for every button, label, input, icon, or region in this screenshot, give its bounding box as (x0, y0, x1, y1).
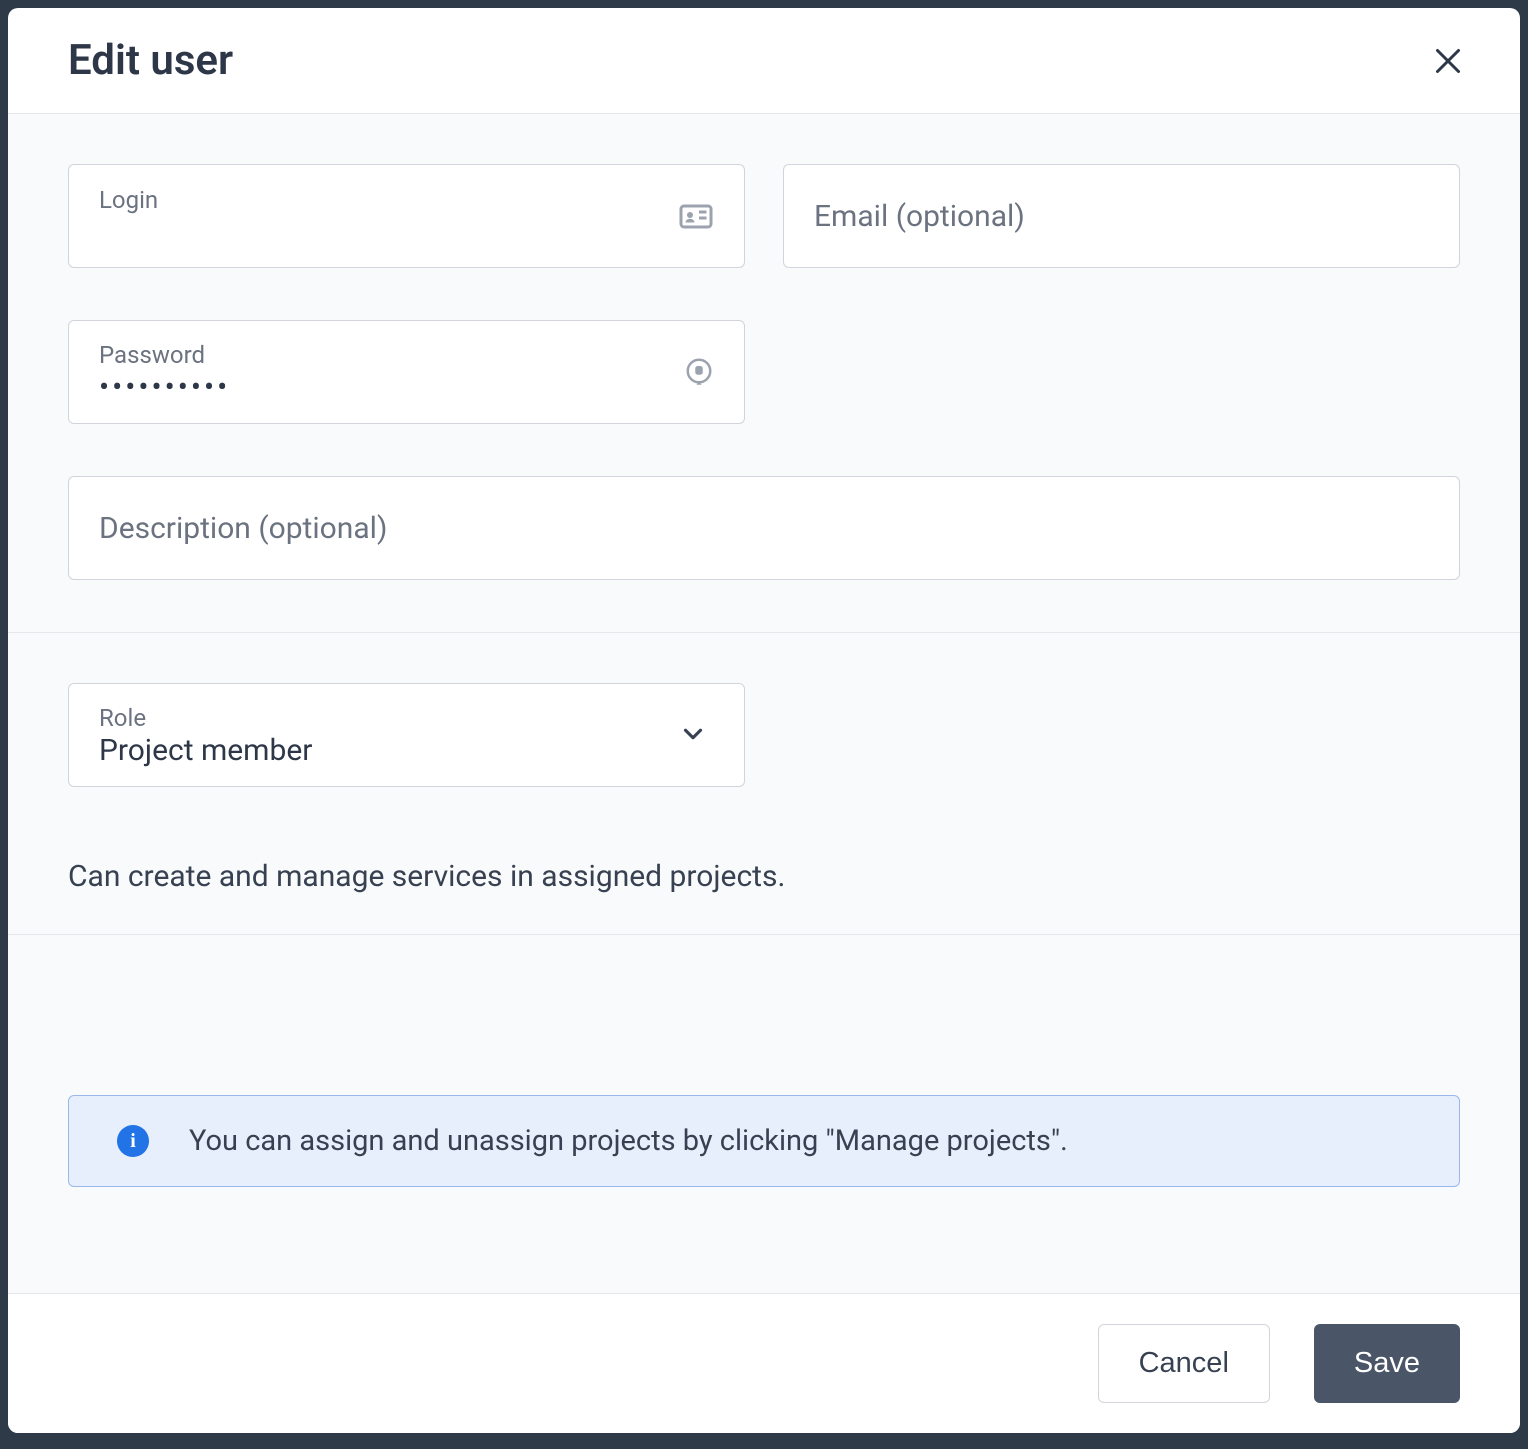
id-card-icon (678, 197, 714, 237)
password-label: Password (99, 341, 672, 370)
row-password: Password •••••••••• (68, 320, 1460, 424)
role-description: Can create and manage services in assign… (68, 859, 1460, 894)
dialog-header: Edit user (8, 8, 1520, 114)
row-login-email: Login (68, 164, 1460, 268)
role-dropdown[interactable]: Role Project member (68, 683, 745, 787)
password-field[interactable]: Password •••••••••• (68, 320, 745, 424)
save-button[interactable]: Save (1314, 1324, 1460, 1403)
password-value: •••••••••• (99, 370, 672, 405)
role-section: Role Project member Can create and manag… (8, 633, 1520, 935)
dialog-title: Edit user (68, 36, 233, 85)
dialog-footer: Cancel Save (8, 1293, 1520, 1433)
dialog-body: Login (8, 114, 1520, 1293)
edit-user-dialog: Edit user Login (8, 8, 1520, 1433)
info-text: You can assign and unassign projects by … (189, 1124, 1068, 1158)
email-field[interactable]: Email (optional) (783, 164, 1460, 268)
description-placeholder: Description (optional) (99, 511, 387, 546)
login-label: Login (99, 186, 666, 215)
info-banner: i You can assign and unassign projects b… (68, 1095, 1460, 1187)
login-value (99, 214, 666, 248)
chevron-down-icon (678, 719, 708, 753)
role-value: Project member (99, 733, 678, 768)
info-section: i You can assign and unassign projects b… (8, 935, 1520, 1219)
login-field[interactable]: Login (68, 164, 745, 268)
email-placeholder: Email (optional) (814, 199, 1025, 234)
description-field[interactable]: Description (optional) (68, 476, 1460, 580)
regenerate-password-icon[interactable] (684, 356, 714, 390)
close-button[interactable] (1424, 37, 1472, 85)
user-details-section: Login (8, 114, 1520, 633)
cancel-button[interactable]: Cancel (1098, 1324, 1270, 1403)
close-icon (1430, 43, 1466, 79)
role-label: Role (99, 704, 678, 733)
info-icon: i (117, 1125, 149, 1157)
